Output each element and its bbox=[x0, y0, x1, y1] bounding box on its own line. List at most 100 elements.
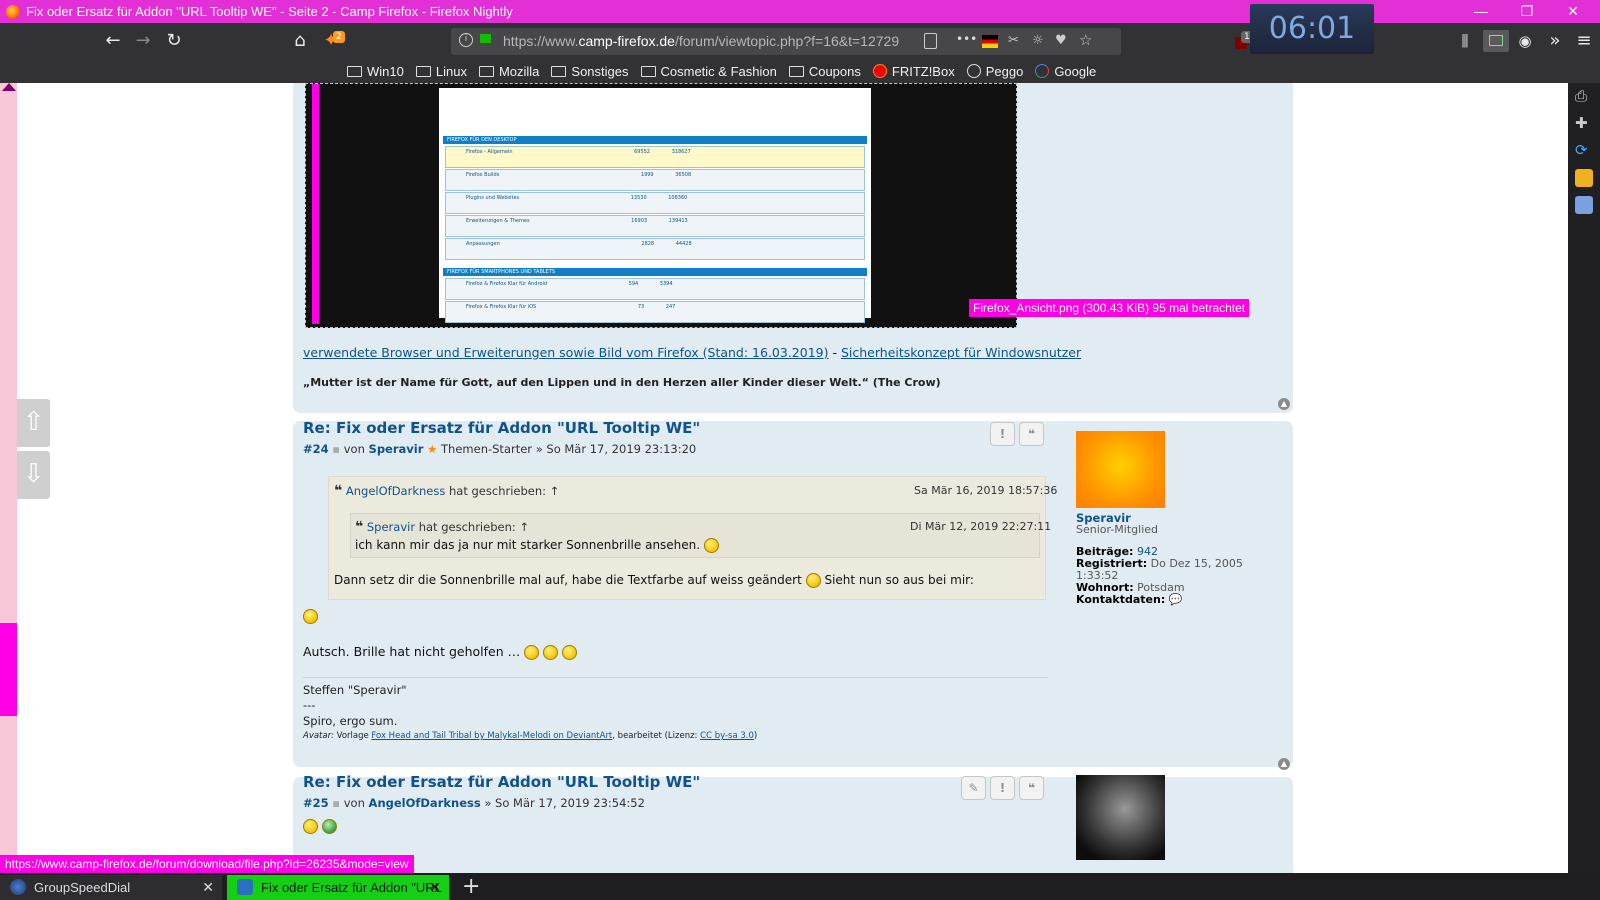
lock-icon[interactable] bbox=[480, 34, 491, 43]
reader-view-icon[interactable] bbox=[924, 33, 937, 49]
post-title[interactable]: Re: Fix oder Ersatz für Addon "URL Toolt… bbox=[303, 419, 700, 437]
bookmarks-toolbar: Win10 Linux Mozilla Sonstiges Cosmetic &… bbox=[0, 59, 1600, 83]
quote-button[interactable]: ❝ bbox=[1019, 422, 1044, 446]
attachment-pink-bar bbox=[312, 84, 319, 324]
library-icon[interactable]: ⫼ bbox=[1452, 29, 1478, 53]
bookmark-linux[interactable]: Linux bbox=[415, 64, 467, 79]
print-icon[interactable]: ⎙ bbox=[1575, 87, 1593, 105]
custom-scrollbar[interactable] bbox=[0, 83, 17, 873]
tab-bar: GroupSpeedDial ✕ Fix oder Ersatz für Add… bbox=[0, 873, 1600, 900]
folder-icon bbox=[415, 65, 431, 77]
folder-icon bbox=[347, 65, 362, 77]
close-tab-icon[interactable]: ✕ bbox=[429, 875, 441, 900]
addon-badge: 2 bbox=[333, 31, 345, 43]
post-body: Autsch. Brille hat nicht geholfen … bbox=[303, 644, 578, 660]
quote-icon: ❝ bbox=[334, 483, 343, 499]
bookmark-mozilla[interactable]: Mozilla bbox=[478, 64, 539, 79]
quote-author-link[interactable]: Speravir bbox=[367, 520, 415, 534]
wink-smiley-icon bbox=[303, 819, 318, 834]
post-number-link[interactable]: #25 bbox=[303, 796, 329, 810]
close-window-button[interactable]: ✕ bbox=[1550, 0, 1596, 23]
sidebar-toggle-button[interactable] bbox=[1483, 30, 1509, 52]
wink-smiley-icon bbox=[805, 573, 821, 588]
pocket-icon[interactable]: ♥ bbox=[1055, 33, 1067, 48]
page-actions-button[interactable]: ••• bbox=[956, 32, 977, 46]
notes-icon[interactable] bbox=[1575, 196, 1593, 214]
scrollbar-thumb[interactable] bbox=[0, 623, 17, 716]
avatar[interactable] bbox=[1076, 775, 1165, 860]
star-icon: ★ bbox=[427, 442, 438, 456]
hamburger-menu-button[interactable]: ≡ bbox=[1571, 29, 1597, 53]
folder-icon bbox=[551, 65, 567, 77]
sync-icon[interactable]: ⟳ bbox=[1575, 141, 1593, 159]
quote-button[interactable]: ❝ bbox=[1019, 776, 1044, 800]
signature-avatar-credit: Avatar: Vorlage Fox Head and Tail Tribal… bbox=[303, 731, 758, 741]
contact-chat-icon[interactable]: 💬 bbox=[1169, 593, 1183, 606]
reload-button[interactable]: ↻ bbox=[161, 29, 187, 53]
account-icon[interactable]: ◉ bbox=[1512, 29, 1538, 53]
attachment-image[interactable]: FIREFOX FÜR DEN DESKTOP Firefox - Allgem… bbox=[305, 83, 1017, 328]
grin-smiley-icon bbox=[322, 819, 337, 834]
folder-open-icon[interactable] bbox=[1575, 169, 1593, 187]
clock-widget: 06:01 bbox=[1250, 4, 1374, 54]
forward-button[interactable]: → bbox=[130, 29, 156, 53]
restore-button[interactable]: ❐ bbox=[1504, 0, 1550, 23]
back-button[interactable]: ← bbox=[100, 29, 126, 53]
home-button[interactable]: ⌂ bbox=[287, 29, 313, 53]
post-meta: #24 ▪ von Speravir ★ Themen-Starter » So… bbox=[303, 442, 697, 456]
scroll-bottom-button[interactable]: ⇩ bbox=[17, 451, 50, 499]
edit-button[interactable]: ✎ bbox=[961, 776, 986, 800]
bookmark-star-icon[interactable]: ☆ bbox=[1079, 31, 1092, 49]
tab-groupspeeddial[interactable]: GroupSpeedDial ✕ bbox=[0, 875, 222, 900]
avatar[interactable] bbox=[1076, 431, 1165, 508]
minimize-button[interactable]: — bbox=[1458, 0, 1504, 23]
info-icon[interactable]: i bbox=[459, 33, 473, 47]
window-title: Fix oder Ersatz für Addon "URL Tooltip W… bbox=[26, 4, 513, 19]
browser-extensions-link[interactable]: verwendete Browser und Erweiterungen sow… bbox=[303, 345, 829, 360]
german-flag-icon[interactable] bbox=[982, 35, 998, 48]
puzzle-icon[interactable]: ✚ bbox=[1575, 114, 1593, 132]
folder-icon bbox=[640, 65, 656, 77]
overflow-menu-button[interactable]: » bbox=[1542, 29, 1568, 53]
back-to-top-icon[interactable]: ▲ bbox=[1278, 758, 1290, 770]
mini-forum-row: Firefox & Firefox Klar für Android 594 3… bbox=[445, 278, 865, 300]
bookmark-cosmetic-fashion[interactable]: Cosmetic & Fashion bbox=[640, 64, 777, 79]
back-to-top-icon[interactable]: ▲ bbox=[1278, 398, 1290, 410]
scroll-top-button[interactable]: ⇧ bbox=[17, 399, 50, 447]
bookmark-fritzbox[interactable]: FRITZ!Box bbox=[872, 64, 955, 79]
bookmark-sonstiges[interactable]: Sonstiges bbox=[551, 64, 629, 79]
url-text[interactable]: https://www.camp-firefox.de/forum/viewto… bbox=[503, 33, 903, 49]
bookmark-win10[interactable]: Win10 bbox=[347, 64, 404, 79]
laughing-smiley-icon bbox=[543, 645, 559, 660]
post-meta: #25 ▪ von AngelOfDarkness » So Mär 17, 2… bbox=[303, 796, 645, 810]
bookmark-google[interactable]: Google bbox=[1035, 64, 1096, 79]
post-author-link[interactable]: Speravir bbox=[369, 442, 424, 456]
bookmark-peggo[interactable]: Peggo bbox=[966, 64, 1023, 79]
right-sidebar: ⎙ ✚ ⟳ bbox=[1568, 83, 1600, 873]
mini-forum-row: Erweiterungen & Themes 16903 139413 bbox=[445, 215, 865, 237]
post-title[interactable]: Re: Fix oder Ersatz für Addon "URL Toolt… bbox=[303, 773, 700, 791]
tab-current[interactable]: Fix oder Ersatz für Addon "URL ✕ bbox=[227, 875, 449, 900]
url-bar[interactable]: i https://www.camp-firefox.de/forum/view… bbox=[451, 28, 1121, 55]
mini-category-header: FIREFOX FÜR SMARTPHONES UND TABLETS bbox=[443, 268, 867, 276]
globe-icon bbox=[966, 64, 981, 78]
report-button[interactable]: ! bbox=[990, 776, 1015, 800]
security-concept-link[interactable]: Sicherheitskonzept für Windowsnutzer bbox=[841, 345, 1081, 360]
post-number-link[interactable]: #24 bbox=[303, 442, 329, 456]
arrow-down-icon: ⇩ bbox=[22, 459, 45, 489]
lightbulb-icon[interactable]: ☼ bbox=[1032, 33, 1044, 48]
attachment-caption: Firefox_Ansicht.png (300.43 KiB) 95 mal … bbox=[969, 299, 1250, 317]
new-tab-button[interactable]: + bbox=[462, 873, 480, 900]
bookmark-coupons[interactable]: Coupons bbox=[788, 64, 861, 79]
quote-author-link[interactable]: AngelOfDarkness bbox=[346, 484, 445, 498]
close-tab-icon[interactable]: ✕ bbox=[202, 875, 214, 900]
report-button[interactable]: ! bbox=[990, 422, 1015, 446]
license-link[interactable]: CC by-sa 3.0 bbox=[700, 731, 754, 741]
screenshot-icon[interactable]: ✂ bbox=[1008, 33, 1019, 48]
smiley-icon bbox=[703, 538, 719, 553]
signature-line: Steffen "Speravir" bbox=[303, 683, 407, 697]
scroll-up-arrow-icon[interactable] bbox=[2, 83, 16, 91]
post-author-link[interactable]: AngelOfDarkness bbox=[369, 796, 481, 810]
avatar-source-link[interactable]: Fox Head and Tail Tribal by Malykal-Melo… bbox=[371, 731, 612, 741]
mini-forum-row: Anpassungen 2828 44428 bbox=[445, 238, 865, 260]
